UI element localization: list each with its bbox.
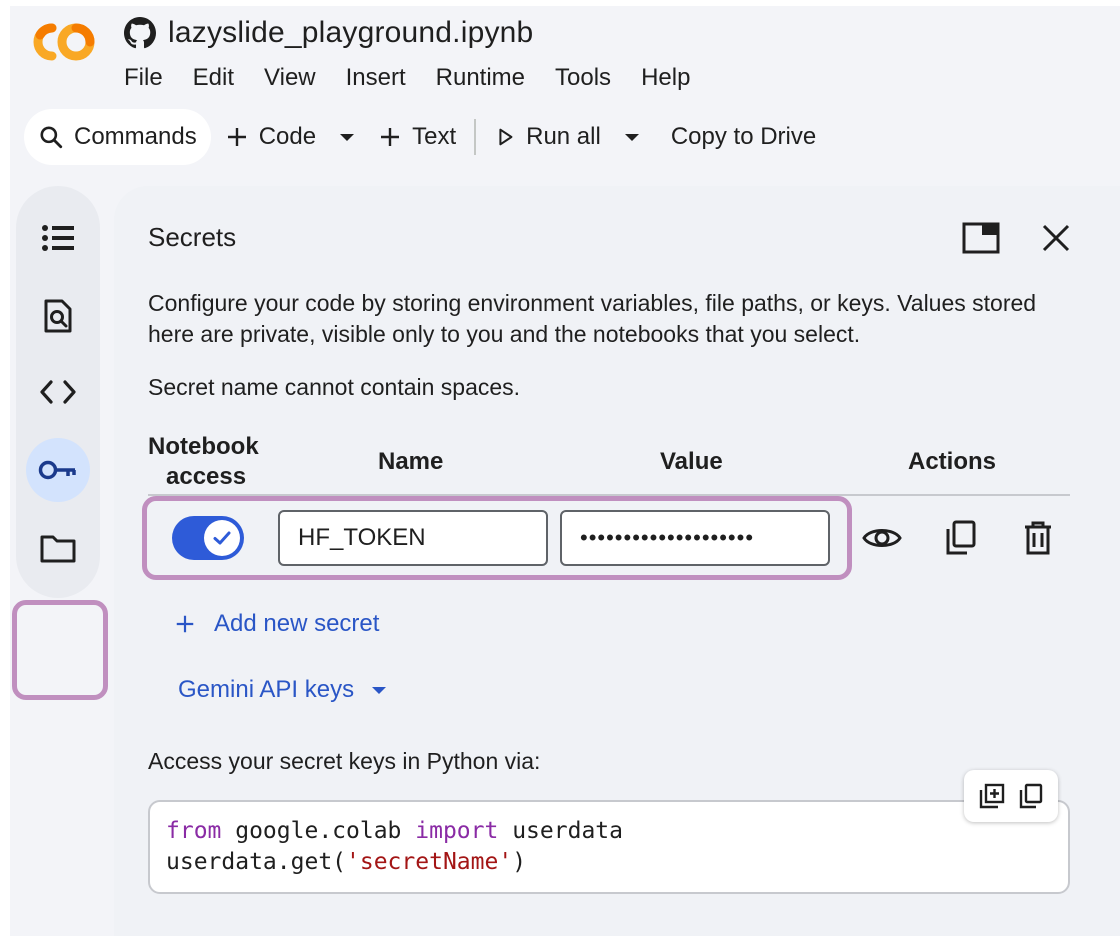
key-icon [38, 460, 76, 480]
toolbar: Commands Code Text Run all Copy to Drive [24, 108, 830, 166]
run-all-button[interactable]: Run all [480, 109, 615, 165]
menu-help[interactable]: Help [641, 64, 690, 92]
menu-view[interactable]: View [264, 64, 316, 92]
toc-icon [42, 225, 74, 251]
files-button[interactable] [36, 526, 80, 570]
panel-title: Secrets [148, 222, 237, 252]
insert-code-icon[interactable] [979, 783, 1005, 809]
trash-icon [1025, 521, 1051, 555]
run-dropdown-button[interactable] [615, 109, 649, 165]
code-dropdown-button[interactable] [330, 109, 364, 165]
find-replace-button[interactable] [36, 294, 80, 338]
chevron-down-icon [624, 133, 639, 141]
colab-logo[interactable] [22, 18, 98, 66]
chevron-down-icon [340, 133, 355, 141]
add-code-button[interactable]: Code [211, 109, 330, 165]
secrets-panel: Secrets Configure your code by storing e… [114, 186, 1120, 936]
code-paren: ) [512, 849, 527, 875]
code-keyword-import: import [415, 818, 499, 844]
plus-icon [176, 615, 194, 633]
column-header-value: Value [660, 448, 723, 475]
access-instructions: Access your secret keys in Python via: [148, 748, 541, 774]
code-snippets-button[interactable] [36, 370, 80, 414]
code-line-1: from google.colab import userdata [166, 816, 1052, 847]
chevron-down-icon [372, 686, 387, 694]
menu-insert[interactable]: Insert [346, 64, 406, 92]
add-code-label: Code [258, 123, 317, 150]
add-text-button[interactable]: Text [364, 109, 470, 165]
secrets-button[interactable] [26, 438, 90, 502]
copy-value-button[interactable] [940, 518, 980, 558]
plus-icon [227, 128, 246, 146]
menu-runtime[interactable]: Runtime [436, 64, 525, 92]
code-string: 'secretName' [346, 849, 513, 875]
show-value-button[interactable] [862, 518, 902, 558]
code-example[interactable]: from google.colab import userdata userda… [148, 800, 1070, 894]
gemini-api-keys-dropdown[interactable]: Gemini API keys [178, 676, 387, 704]
plus-icon [381, 128, 400, 146]
code-module: google.colab [221, 818, 416, 844]
code-name: userdata [498, 818, 623, 844]
menu-tools[interactable]: Tools [555, 64, 611, 92]
copy-icon [946, 520, 976, 555]
add-text-label: Text [412, 123, 457, 150]
close-icon[interactable] [1038, 220, 1074, 256]
menu-file[interactable]: File [124, 64, 163, 92]
copy-to-drive-button[interactable]: Copy to Drive [649, 109, 830, 165]
folder-icon [40, 535, 76, 563]
eye-icon [862, 529, 902, 547]
side-rail [12, 186, 108, 700]
open-in-tab-icon[interactable] [962, 222, 1000, 254]
code-snippets-icon [40, 380, 76, 404]
play-icon [499, 128, 513, 146]
column-header-access-line1: Notebook [148, 433, 259, 460]
copy-to-drive-label: Copy to Drive [670, 123, 817, 150]
column-header-name: Name [378, 448, 444, 475]
secret-row-highlight [142, 496, 852, 580]
toolbar-divider [474, 119, 477, 155]
commands-label: Commands [74, 123, 197, 150]
run-all-label: Run all [526, 123, 601, 150]
github-icon [124, 17, 156, 49]
notebook-title[interactable]: lazyslide_playground.ipynb [168, 16, 533, 50]
column-header-notebook-access: Notebook access [148, 432, 259, 492]
code-toolbar [964, 770, 1058, 822]
find-icon [44, 299, 72, 333]
secret-name-note: Secret name cannot contain spaces. [148, 374, 521, 400]
gemini-api-keys-label: Gemini API keys [178, 676, 355, 703]
table-of-contents-button[interactable] [36, 216, 80, 260]
code-keyword-from: from [166, 818, 222, 844]
add-new-secret-button[interactable]: Add new secret [174, 610, 379, 638]
code-call: userdata.get( [166, 849, 347, 875]
commands-button[interactable]: Commands [24, 109, 211, 165]
panel-description: Configure your code by storing environme… [148, 290, 1037, 347]
add-new-secret-label: Add new secret [214, 610, 380, 637]
code-line-2: userdata.get('secretName') [166, 847, 1052, 878]
notebook-title-row: lazyslide_playground.ipynb [124, 16, 533, 50]
menu-bar: File Edit View Insert Runtime Tools Help [124, 64, 690, 92]
column-header-access-line2: access [166, 463, 247, 490]
column-header-actions: Actions [908, 448, 997, 475]
search-icon [40, 126, 63, 149]
copy-icon[interactable] [1019, 783, 1043, 809]
secrets-button-highlight [12, 600, 108, 700]
menu-edit[interactable]: Edit [193, 64, 234, 92]
colab-window: lazyslide_playground.ipynb File Edit Vie… [10, 6, 1120, 936]
delete-secret-button[interactable] [1018, 518, 1058, 558]
